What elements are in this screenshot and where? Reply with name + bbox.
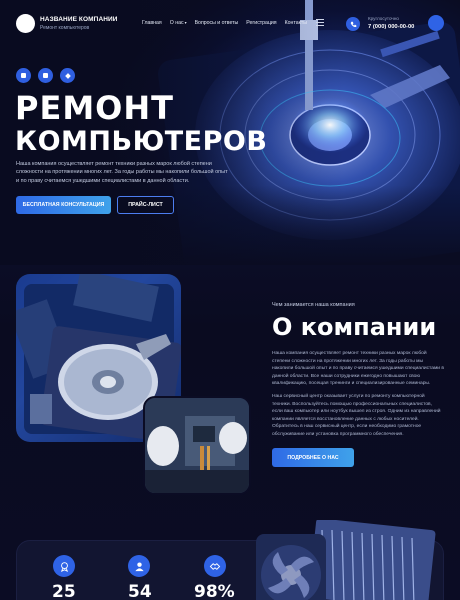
stat-card-2 <box>124 555 154 577</box>
about-paragraph-2: Наш сервисный центр оказывает услуги по … <box>272 394 441 437</box>
site-header: НАЗВАНИЕ КОМПАНИИ Ремонт компьютеров Гла… <box>0 0 460 50</box>
social-youtube-icon[interactable] <box>38 68 53 83</box>
about-kicker: Чем занимается наша компания <box>272 302 355 308</box>
social-telegram-icon[interactable] <box>60 68 75 83</box>
stat-value-1: 25 <box>52 582 76 600</box>
phone-hours-label: Круглосуточно <box>368 16 399 21</box>
logo-icon[interactable] <box>16 14 35 33</box>
stat-value-2: 54 <box>128 582 152 600</box>
page: НАЗВАНИЕ КОМПАНИИ Ремонт компьютеров Гла… <box>0 0 460 600</box>
award-icon <box>53 555 75 577</box>
stat-card-1 <box>49 555 79 577</box>
about-title: О компании <box>272 313 437 341</box>
price-list-button[interactable]: ПРАЙС-ЛИСТ <box>117 196 174 214</box>
chevron-down-icon: ▾ <box>184 20 187 25</box>
main-nav: Главная О нас▾ Вопросы и ответы Регистра… <box>142 20 307 26</box>
nav-item-about[interactable]: О нас▾ <box>170 20 187 26</box>
nav-item-about-label: О нас <box>169 20 184 26</box>
stat-card-3 <box>200 555 230 577</box>
social-links <box>16 68 75 83</box>
nav-item-faq[interactable]: Вопросы и ответы <box>195 20 239 26</box>
user-icon <box>128 555 150 577</box>
about-paragraph-1: Наша компания осуществляет ремонт техник… <box>272 351 444 386</box>
hero-title-line1: РЕМОНТ <box>15 89 174 127</box>
hero-description: Наша компания осуществляет ремонт техник… <box>16 161 228 184</box>
brand-tagline: Ремонт компьютеров <box>40 25 90 31</box>
hero-title-line2: КОМПЬЮТЕРОВ <box>15 126 268 157</box>
repair-photo <box>145 398 249 493</box>
nav-item-home[interactable]: Главная <box>142 20 162 26</box>
nav-item-registration[interactable]: Регистрация <box>246 20 276 26</box>
cpu-cooler-image <box>256 520 436 600</box>
hero-title: РЕМОНТ КОМПЬЮТЕРОВ <box>15 92 267 158</box>
phone-icon[interactable] <box>346 17 360 31</box>
nav-item-contacts[interactable]: Контакты <box>285 20 307 26</box>
phone-number[interactable]: 7 (000) 000-00-00 <box>368 24 414 30</box>
about-image-repair <box>143 396 251 495</box>
handshake-icon <box>204 555 226 577</box>
free-consultation-button[interactable]: БЕСПЛАТНАЯ КОНСУЛЬТАЦИЯ <box>16 196 111 214</box>
social-vk-icon[interactable] <box>16 68 31 83</box>
callback-button[interactable] <box>428 15 444 31</box>
brand-name[interactable]: НАЗВАНИЕ КОМПАНИИ <box>40 16 118 23</box>
more-about-button[interactable]: ПОДРОБНЕЕ О НАС <box>272 448 354 467</box>
stat-value-3: 98% <box>194 582 235 600</box>
menu-icon[interactable] <box>316 19 324 26</box>
